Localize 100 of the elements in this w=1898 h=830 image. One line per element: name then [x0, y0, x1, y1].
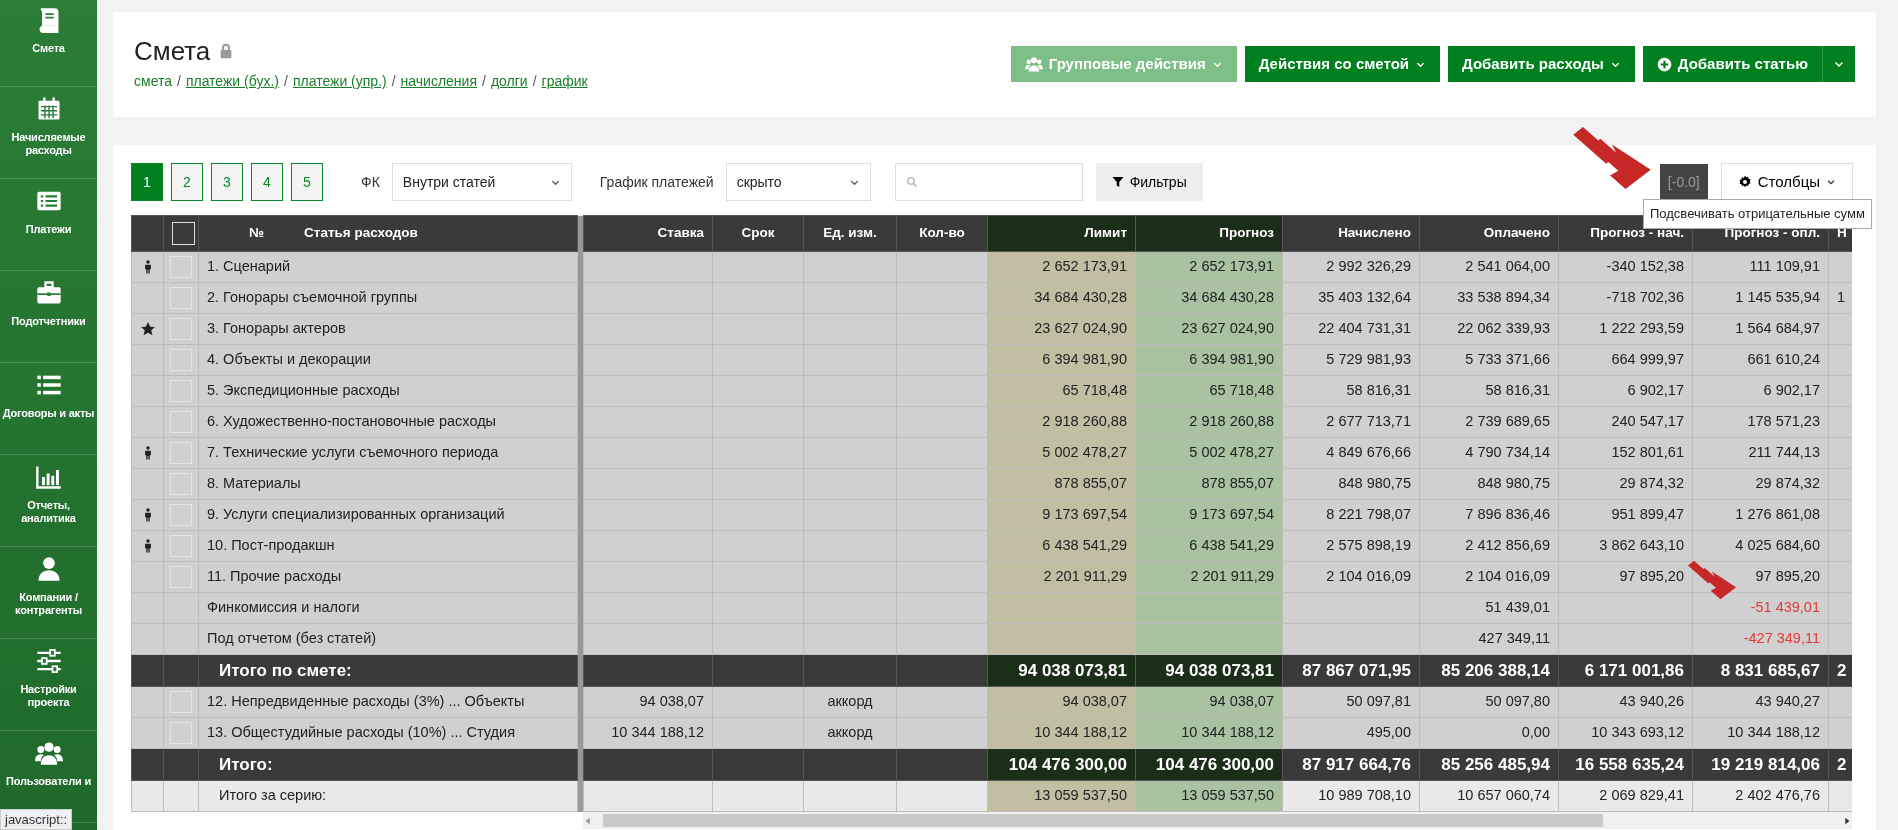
table-cell: 23 627 024,90 [987, 313, 1136, 345]
table-cell: 5 002 478,27 [987, 437, 1136, 469]
table-cell: 1 564 684,97 [1692, 313, 1829, 345]
table-cell: 94 038 073,81 [1135, 654, 1283, 687]
table-cell: 33 538 894,34 [1419, 282, 1559, 314]
sidebar-label: Договоры и акты [1, 407, 96, 421]
table-cell: 10 344 188,12 [1692, 717, 1829, 749]
table-cell: 6 902,17 [1558, 375, 1693, 407]
table-cell: 10 343 693,12 [1558, 717, 1693, 749]
table-cell: -340 152,38 [1558, 251, 1693, 283]
field-label: ФК [361, 172, 380, 192]
sidebar-label: Пользователи и [5, 775, 92, 789]
table-cell: 51 439,01 [1419, 592, 1559, 624]
table-cell: 6 394 981,90 [987, 344, 1136, 376]
table-cell: 5 002 478,27 [1135, 437, 1283, 469]
breadcrumb-separator: / [391, 73, 396, 89]
sidebar-label: Отчеты, аналитика [20, 499, 77, 526]
table-cell: 10 344 188,12 [987, 717, 1136, 749]
sidebar-label: Смета [31, 42, 66, 56]
table-cell: 13. Общестудийные расходы (10%) ... Студия [198, 717, 578, 749]
table-cell: 9 173 697,54 [987, 499, 1136, 531]
field-label: График платежей [599, 172, 714, 192]
table-cell: Итого по смете: [198, 654, 578, 687]
table-cell: 10 344 188,12 [583, 717, 713, 749]
page-title: Смета [134, 38, 211, 64]
table-cell: 2 575 898,19 [1282, 530, 1420, 562]
table-cell: 94 038 073,81 [987, 654, 1136, 687]
table-cell: 94 038,07 [583, 686, 713, 718]
table-cell: 87 867 071,95 [1282, 654, 1420, 687]
column-header: Лимит [987, 215, 1136, 252]
table-cell: аккорд [803, 686, 897, 718]
table-cell: 1 145 535,94 [1692, 282, 1829, 314]
column-header: Оплачено [1419, 215, 1559, 252]
table-cell: 2 918 260,88 [987, 406, 1136, 438]
table-cell: 43 940,27 [1692, 686, 1829, 718]
sidebar-label: Подотчетники [10, 315, 87, 329]
sidebar-label: Платежи [24, 223, 73, 237]
table-cell: аккорд [803, 717, 897, 749]
table-cell: 7 896 836,46 [1419, 499, 1559, 531]
table-cell: 848 980,75 [1419, 468, 1559, 500]
table-cell: 878 855,07 [1135, 468, 1283, 500]
table-cell: 23 627 024,90 [1135, 313, 1283, 345]
table-cell: 58 816,31 [1419, 375, 1559, 407]
table-cell: 111 109,91 [1692, 251, 1829, 283]
table-cell: 34 684 430,28 [1135, 282, 1283, 314]
table-cell: 4 790 734,14 [1419, 437, 1559, 469]
table-cell: 2. Гонорары съемочной группы [198, 282, 578, 314]
table-cell: 13 059 537,50 [1135, 780, 1283, 812]
table-cell: 2 402 476,76 [1692, 780, 1829, 812]
column-header: Статья расходов [304, 224, 418, 243]
table-cell: 58 816,31 [1282, 375, 1420, 407]
table-cell: 12. Непредвиденные расходы (3%) ... Объекты [198, 686, 578, 718]
table-cell: 16 558 635,24 [1558, 748, 1693, 781]
table-cell: 661 610,24 [1692, 344, 1829, 376]
table-cell: 6 438 541,29 [1135, 530, 1283, 562]
column-header: Кол-во [896, 215, 988, 252]
sidebar-label: Компании / контрагенты [14, 591, 83, 618]
table-cell: 29 874,32 [1558, 468, 1693, 500]
breadcrumb-separator: / [482, 73, 486, 89]
table-cell: 1 222 293,59 [1558, 313, 1693, 345]
table-cell: 65 718,48 [1135, 375, 1283, 407]
table-cell: 2 412 856,69 [1419, 530, 1559, 562]
table-cell: 10 989 708,10 [1282, 780, 1420, 812]
table-cell: 5. Экспедиционные расходы [198, 375, 578, 407]
table-cell: 6 438 541,29 [987, 530, 1136, 562]
sidebar-label: Начисляемые расходы [10, 131, 87, 158]
table-cell: 2 652 173,91 [987, 251, 1136, 283]
table-cell: 104 476 300,00 [1135, 748, 1283, 781]
table-cell: 10 657 060,74 [1419, 780, 1559, 812]
table-cell: 8 221 798,07 [1282, 499, 1420, 531]
table-cell: 6. Художественно-постановочные расходы [198, 406, 578, 438]
table-cell: 6 394 981,90 [1135, 344, 1283, 376]
table-cell: 10 344 188,12 [1135, 717, 1283, 749]
table-cell: 104 476 300,00 [987, 748, 1136, 781]
table-cell: 43 940,26 [1558, 686, 1693, 718]
table-cell: 10. Пост-продакшн [198, 530, 578, 562]
table-cell: 3 862 643,10 [1558, 530, 1693, 562]
breadcrumb-separator: / [284, 73, 288, 89]
table-cell: 94 038,07 [1135, 686, 1283, 718]
table-cell: 22 062 339,93 [1419, 313, 1559, 345]
table-cell: 878 855,07 [987, 468, 1136, 500]
table-cell: 2 918 260,88 [1135, 406, 1283, 438]
table-cell: Итого за серию: [198, 780, 578, 812]
table-cell: 2 201 911,29 [987, 561, 1136, 593]
table-cell: 5 733 371,66 [1419, 344, 1559, 376]
table-cell: 5 729 981,93 [1282, 344, 1420, 376]
column-header: Ставка [583, 215, 713, 252]
column-header: № [249, 224, 265, 243]
table-cell: 2 104 016,09 [1419, 561, 1559, 593]
table-cell: 8. Материалы [198, 468, 578, 500]
table-cell: 6 171 001,86 [1558, 654, 1693, 687]
table-cell: 152 801,61 [1558, 437, 1693, 469]
table-cell: 2 069 829,41 [1558, 780, 1693, 812]
breadcrumb-separator: / [532, 73, 537, 89]
table-cell: 7. Технические услуги съемочного периода [198, 437, 578, 469]
sidebar-label: Настройки проекта [19, 683, 78, 710]
link-url-tooltip: javascript:: [0, 808, 73, 830]
table-cell: 4. Объекты и декорации [198, 344, 578, 376]
breadcrumb-separator: / [177, 73, 181, 89]
table-cell: 0,00 [1419, 717, 1559, 749]
